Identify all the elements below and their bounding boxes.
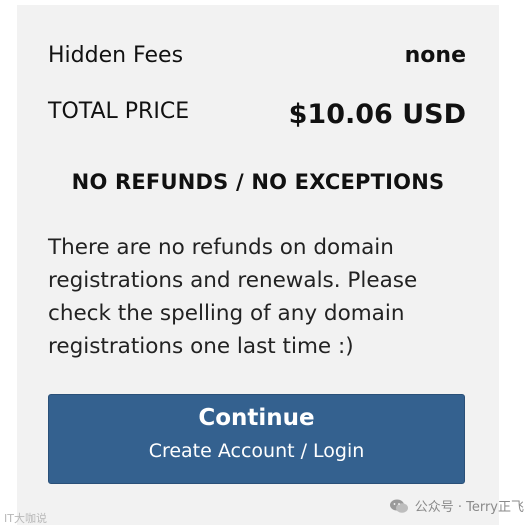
hidden-fees-row: Hidden Fees none: [48, 43, 466, 68]
refund-policy-title: NO REFUNDS / NO EXCEPTIONS: [71, 170, 445, 194]
continue-button-label: Continue: [198, 405, 315, 431]
total-price-row: TOTAL PRICE $10.06 USD: [48, 93, 466, 130]
refund-policy-text: There are no refunds on domain registrat…: [48, 235, 418, 359]
hidden-fees-value: none: [404, 43, 466, 68]
watermark-left: IT大咖说: [4, 512, 47, 525]
watermark-right-text: 公众号 · Terry正飞: [414, 500, 524, 515]
wechat-icon: [389, 499, 408, 513]
hidden-fees-label: Hidden Fees: [48, 43, 184, 68]
continue-button[interactable]: Continue Create Account / Login: [48, 394, 465, 484]
total-price-value: $10.06 USD: [288, 99, 466, 130]
watermark-right: 公众号 · Terry正飞: [389, 496, 524, 515]
total-price-label: TOTAL PRICE: [48, 99, 190, 124]
order-summary-panel: Hidden Fees none TOTAL PRICE $10.06 USD …: [17, 5, 499, 525]
continue-button-sublabel: Create Account / Login: [148, 440, 365, 462]
